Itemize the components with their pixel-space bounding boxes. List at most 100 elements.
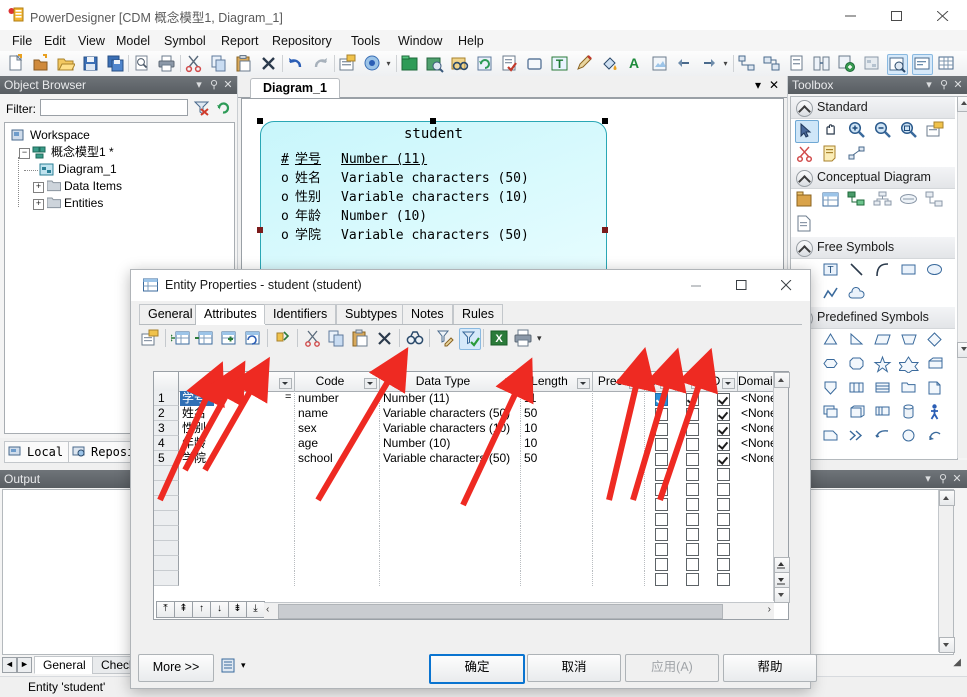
scroll-down-button[interactable] <box>957 342 967 358</box>
cell-empty[interactable] <box>380 541 521 556</box>
cell-checkbox[interactable] <box>655 543 668 556</box>
scroll-up-button[interactable] <box>774 372 790 388</box>
cell-name[interactable]: 姓名 <box>179 406 295 421</box>
cell-mandatory-checkbox[interactable] <box>655 453 668 466</box>
cell-empty[interactable] <box>295 511 380 526</box>
cell-empty[interactable] <box>295 481 380 496</box>
menu-symbol[interactable]: Symbol <box>158 33 212 49</box>
cell-primary-checkbox[interactable] <box>686 453 699 466</box>
resize-grip-icon[interactable]: ◢ <box>953 657 961 668</box>
selection-handle[interactable] <box>257 118 263 124</box>
cell-checkbox[interactable] <box>686 573 699 586</box>
cell-checkbox[interactable] <box>686 528 699 541</box>
cell-checkbox[interactable] <box>655 573 668 586</box>
view-icon[interactable] <box>363 54 382 73</box>
cell-primary-checkbox[interactable] <box>686 423 699 436</box>
cell-empty[interactable] <box>295 541 380 556</box>
tab-notes[interactable]: Notes <box>402 304 453 324</box>
cell-checkbox[interactable] <box>655 468 668 481</box>
chevron-down-icon[interactable]: ▾ <box>537 333 542 344</box>
cell-code[interactable]: number <box>295 391 380 406</box>
entity-icon[interactable] <box>821 190 843 211</box>
arc-arrow-icon[interactable] <box>925 426 947 447</box>
cell-empty[interactable] <box>738 481 774 496</box>
cell-checkbox[interactable] <box>686 558 699 571</box>
mapping-icon[interactable] <box>762 54 781 73</box>
column-header-name[interactable]: Name <box>179 372 295 391</box>
move-up-icon[interactable]: ↑ <box>192 601 211 618</box>
column-box-icon[interactable] <box>847 378 869 399</box>
grabber-hand-icon[interactable] <box>821 120 843 141</box>
cylinder-icon[interactable] <box>899 402 921 423</box>
cell-empty[interactable] <box>380 481 521 496</box>
cell-domain[interactable]: <None> <box>738 391 774 406</box>
cell-primary-checkbox[interactable] <box>686 408 699 421</box>
clear-filter-icon[interactable] <box>192 99 210 117</box>
scroll-down-button[interactable] <box>774 572 790 588</box>
text-format-icon[interactable]: T <box>550 54 569 73</box>
move-up-fast-icon[interactable]: ⇞ <box>174 601 193 618</box>
cell-empty[interactable] <box>521 526 593 541</box>
inheritance-icon[interactable] <box>873 190 895 211</box>
zoom-view-icon[interactable] <box>887 54 908 75</box>
diagram-tab-diagram-1[interactable]: Diagram_1 <box>250 78 340 98</box>
rectangle-icon[interactable] <box>899 260 921 281</box>
menu-model[interactable]: Model <box>110 33 156 49</box>
star-icon[interactable] <box>873 354 895 375</box>
attributes-grid[interactable]: Name Code Data Type Length Preci M P D D… <box>153 371 789 620</box>
polyline-icon[interactable] <box>821 284 843 305</box>
octagon-icon[interactable] <box>847 354 869 375</box>
image-icon[interactable] <box>650 54 669 73</box>
arrow-left-icon[interactable] <box>873 426 895 447</box>
arc-icon[interactable] <box>873 260 895 281</box>
ok-button[interactable]: 确定 <box>429 654 525 684</box>
cell-empty[interactable] <box>295 496 380 511</box>
ellipse-icon[interactable] <box>925 260 947 281</box>
cell-length[interactable]: 11 <box>521 391 593 406</box>
chevron-right-icon[interactable]: ► <box>17 657 32 673</box>
chevrons-icon[interactable] <box>847 426 869 447</box>
cell-empty[interactable] <box>593 541 645 556</box>
zoom-in-icon[interactable] <box>847 120 869 141</box>
cell-empty[interactable] <box>521 571 593 586</box>
scroll-thumb[interactable] <box>278 604 723 619</box>
tab-identifiers[interactable]: Identifiers <box>264 304 336 324</box>
cell-checkbox[interactable] <box>655 498 668 511</box>
cell-preci[interactable] <box>593 436 645 451</box>
tab-attributes[interactable]: Attributes <box>195 304 266 325</box>
pointer-icon[interactable] <box>795 120 819 143</box>
copy-icon[interactable] <box>209 54 228 73</box>
column-header-data-type[interactable]: Data Type <box>380 372 521 391</box>
cell-checkbox[interactable] <box>717 528 730 541</box>
zoom-out-icon[interactable] <box>873 120 895 141</box>
cell-displayed-checkbox[interactable] <box>717 393 730 406</box>
cell-code[interactable]: age <box>295 436 380 451</box>
cell-empty[interactable] <box>380 556 521 571</box>
six-star-icon[interactable] <box>899 354 921 375</box>
cell-domain[interactable]: <None> <box>738 406 774 421</box>
chevron-down-icon[interactable] <box>364 378 377 389</box>
association-link-icon[interactable] <box>925 190 947 211</box>
add-object-icon[interactable] <box>219 328 239 348</box>
cell-checkbox[interactable] <box>717 498 730 511</box>
cell-name[interactable]: 年龄 <box>179 436 295 451</box>
cell-data-type[interactable]: Number (10) <box>380 436 521 451</box>
cell-length[interactable]: 50 <box>521 406 593 421</box>
cell-checkbox[interactable] <box>655 513 668 526</box>
cell-checkbox[interactable] <box>717 513 730 526</box>
page-shape-icon[interactable] <box>925 378 947 399</box>
move-down-icon[interactable]: ↓ <box>210 601 229 618</box>
cell-empty[interactable] <box>179 556 295 571</box>
cell-checkbox[interactable] <box>686 513 699 526</box>
stacked-pages-icon[interactable] <box>821 402 843 423</box>
font-color-icon[interactable]: A <box>625 54 644 73</box>
selection-handle[interactable] <box>602 227 608 233</box>
add-row-icon[interactable] <box>195 328 215 348</box>
parallelogram-icon[interactable] <box>873 330 895 351</box>
chevron-down-icon[interactable]: ▾ <box>192 78 206 92</box>
close-icon[interactable]: ✕ <box>221 78 235 92</box>
cell-data-type[interactable]: Variable characters (10) <box>380 421 521 436</box>
chevron-down-icon[interactable]: ▾ <box>241 660 246 671</box>
scroll-down-button[interactable] <box>939 637 955 653</box>
toolbar-overflow-3[interactable] <box>932 63 939 71</box>
